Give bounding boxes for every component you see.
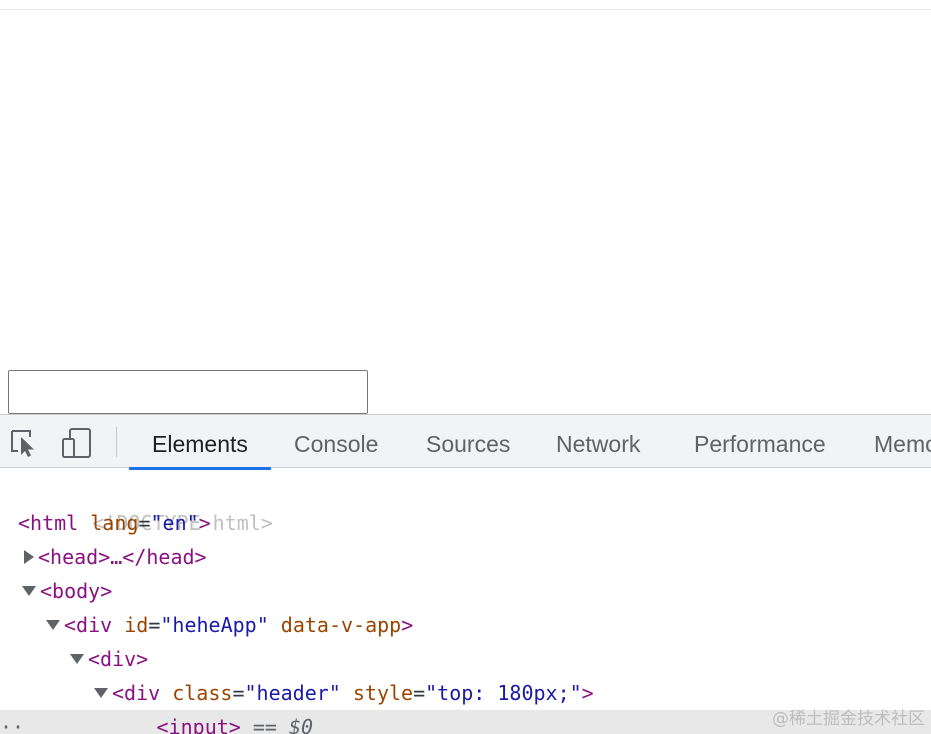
div-header-class-value: "header" xyxy=(244,681,341,705)
dom-node-div-app[interactable]: <div id="heheApp" data-v-app> xyxy=(46,608,413,642)
div-header-tag: <div xyxy=(112,681,161,705)
elements-dom-tree: <!DOCTYPE html> <html lang="en"> <head>…… xyxy=(0,468,931,734)
tab-console[interactable]: Console xyxy=(294,415,378,468)
dom-node-doctype[interactable]: <!DOCTYPE html> xyxy=(20,472,273,535)
expand-arrow-icon[interactable] xyxy=(24,549,34,564)
dom-node-head[interactable]: <head>…</head> xyxy=(24,540,207,574)
tab-network[interactable]: Network xyxy=(556,415,640,468)
collapse-arrow-icon[interactable] xyxy=(70,653,84,664)
toolbar-separator xyxy=(116,427,117,457)
div-app-data-attr: data-v-app xyxy=(280,613,402,637)
div-header-style-value: "top: 180px;" xyxy=(425,681,582,705)
div-app-id-value: "heheApp" xyxy=(160,613,269,637)
div-tag: <div> xyxy=(88,647,149,671)
watermark: @稀土掘金技术社区 xyxy=(772,709,925,729)
devtools-panel: Elements Console Sources Network Perform… xyxy=(0,414,931,734)
selected-node-marker: == $0 xyxy=(252,715,314,734)
dom-node-div-header[interactable]: <div class="header" style="top: 180px;"> xyxy=(94,676,594,710)
page-top-divider xyxy=(0,9,931,10)
more-actions-dots[interactable]: ·· xyxy=(0,715,24,734)
html-lang-attr: lang xyxy=(90,511,139,535)
tab-sources[interactable]: Sources xyxy=(426,415,510,468)
html-lang-value: "en" xyxy=(150,511,199,535)
tab-memory[interactable]: Memo xyxy=(874,415,931,468)
div-header-style-attr: style xyxy=(352,681,414,705)
inspect-element-icon[interactable] xyxy=(8,427,42,459)
dom-node-div[interactable]: <div> xyxy=(70,642,148,676)
dom-node-html[interactable]: <html lang="en"> xyxy=(18,506,211,540)
collapse-arrow-icon[interactable] xyxy=(46,619,60,630)
div-app-tag: <div xyxy=(64,613,113,637)
html-tag: <html xyxy=(18,511,79,535)
tab-performance[interactable]: Performance xyxy=(694,415,826,468)
devtools-toolbar: Elements Console Sources Network Perform… xyxy=(0,414,931,470)
dom-node-body[interactable]: <body> xyxy=(22,574,112,608)
collapse-arrow-icon[interactable] xyxy=(94,687,108,698)
device-toolbar-icon[interactable] xyxy=(60,427,94,459)
inspected-page xyxy=(0,0,931,414)
tab-elements[interactable]: Elements xyxy=(152,415,248,468)
head-tag: <head>…</head> xyxy=(38,545,207,569)
div-header-class-attr: class xyxy=(172,681,233,705)
collapse-arrow-icon[interactable] xyxy=(22,585,36,596)
body-tag: <body> xyxy=(40,579,113,603)
div-app-id-attr: id xyxy=(124,613,149,637)
page-text-input[interactable] xyxy=(8,370,368,414)
input-tag: <input> xyxy=(156,715,241,734)
